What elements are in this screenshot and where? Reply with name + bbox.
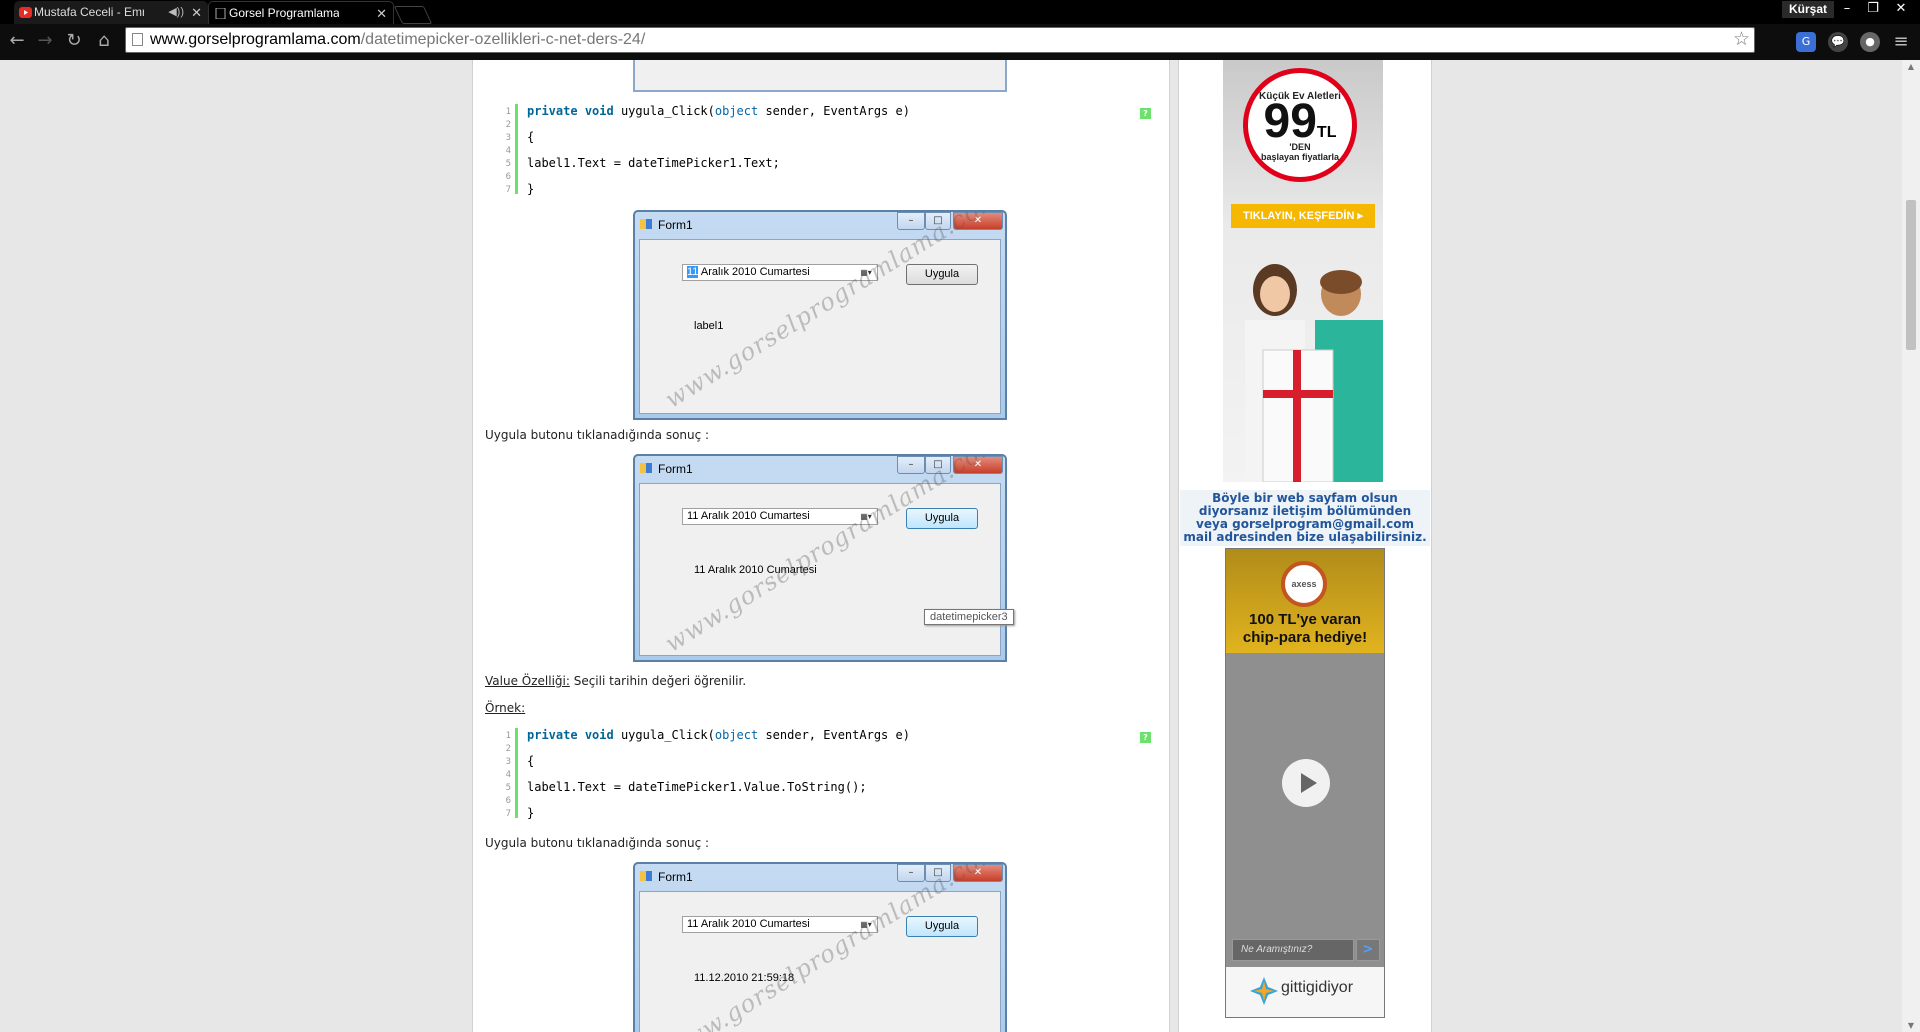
form-icon xyxy=(640,219,652,229)
code-line: private void uygula_Click(object sender,… xyxy=(527,728,910,742)
page-icon xyxy=(132,33,143,46)
ad-search-button[interactable]: > xyxy=(1356,939,1380,961)
code-line: { xyxy=(527,754,535,768)
code-line: } xyxy=(527,182,535,196)
reload-button[interactable]: ↻ xyxy=(63,30,85,52)
new-tab-button[interactable] xyxy=(393,6,433,24)
code-gutter-bar xyxy=(515,728,518,818)
ad-headline: 100 TL'ye varan chip-para hediye! xyxy=(1242,611,1368,646)
close-tab-icon[interactable]: ✕ xyxy=(376,2,387,24)
tab-gorsel-programlama[interactable]: Gorsel Programlama » dat ✕ xyxy=(208,1,394,24)
scroll-up-icon[interactable]: ▲ xyxy=(1902,62,1920,71)
tab-youtube[interactable]: Mustafa Ceceli - Emri C ◀)) ✕ xyxy=(14,1,208,24)
page-icon xyxy=(215,8,226,19)
example-label: Örnek: xyxy=(485,701,526,715)
restore-button[interactable]: ❐ xyxy=(1860,0,1886,18)
ad-banner-axess[interactable]: axess 100 TL'ye varan chip-para hediye! … xyxy=(1225,548,1385,1018)
code-gutter-bar xyxy=(515,104,518,194)
sidebar: Küçük Ev Aletleri 99TL 'DEN başlayan fiy… xyxy=(1178,60,1432,1032)
form-client-area: 11 Aralık 2010 Cumartesi ▦▾ Uygula label1… xyxy=(639,212,1005,414)
uygula-button: Uygula xyxy=(906,916,978,937)
ad-banner-appliances[interactable]: Küçük Ev Aletleri 99TL 'DEN başlayan fiy… xyxy=(1223,60,1383,482)
form-title: Form1 xyxy=(658,218,693,232)
form-client-area: 11 Aralık 2010 Cumartesi ▦▾ Uygula 11.12.… xyxy=(639,864,1005,1032)
line-numbers: 1234567 xyxy=(505,731,511,819)
code-line: } xyxy=(527,806,535,820)
result-caption: Uygula butonu tıklanadığında sonuç : xyxy=(485,836,710,850)
axess-logo: axess xyxy=(1281,561,1327,607)
form-icon xyxy=(640,871,652,881)
help-icon[interactable]: ? xyxy=(1140,108,1151,119)
help-icon[interactable]: ? xyxy=(1140,732,1151,743)
gittigidiyor-logo-icon xyxy=(1250,977,1278,1005)
close-tab-icon[interactable]: ✕ xyxy=(191,1,202,24)
brand-name: gittigidiyor xyxy=(1281,979,1354,996)
home-button[interactable]: ⌂ xyxy=(93,30,115,52)
play-icon[interactable] xyxy=(1282,759,1330,807)
chat-extension-icon[interactable]: 💬 xyxy=(1828,32,1848,52)
forward-button[interactable]: → xyxy=(34,30,56,52)
form-screenshot: Form1 – □ ✕ 11 Aralık 2010 Cumartesi ▦▾ U… xyxy=(633,862,1007,1032)
ad-cta-button[interactable]: TIKLAYIN, KEŞFEDİN ▸ xyxy=(1231,204,1375,228)
tab-title: Gorsel Programlama » dat xyxy=(229,6,339,20)
menu-icon[interactable]: ≡ xyxy=(1890,31,1912,53)
browser-toolbar: ← → ↻ ⌂ www.gorselprogramlama.com/dateti… xyxy=(0,24,1920,60)
watermark: www.gorselprogramlama.com xyxy=(660,210,1006,414)
bookmark-star-icon[interactable]: ☆ xyxy=(1733,28,1750,52)
uygula-button: Uygula xyxy=(906,264,978,285)
translate-extension-icon[interactable]: G xyxy=(1796,32,1816,52)
back-button[interactable]: ← xyxy=(6,30,28,52)
contact-note: Böyle bir web sayfam olsun diyorsanız il… xyxy=(1180,490,1430,546)
form-icon xyxy=(640,463,652,473)
form-client-area: 11 Aralık 2010 Cumartesi ▦▾ Uygula 11 Ara… xyxy=(639,456,1005,658)
close-window-button[interactable]: ✕ xyxy=(1888,0,1914,18)
url-path: /datetimepicker-ozellikleri-c-net-ders-2… xyxy=(360,31,646,48)
uygula-button: Uygula xyxy=(906,508,978,529)
price-bubble: Küçük Ev Aletleri 99TL 'DEN başlayan fiy… xyxy=(1243,68,1357,182)
youtube-icon xyxy=(19,7,32,18)
ad-footer: gittigidiyor xyxy=(1226,967,1384,1017)
code-line: label1.Text = dateTimePicker1.Text; xyxy=(527,156,780,170)
watermark: www.gorselprogramlama.com xyxy=(660,454,1006,658)
result-caption: Uygula butonu tıklanadığında sonuç : xyxy=(485,428,710,442)
minimize-button[interactable]: – xyxy=(1834,0,1860,18)
address-bar[interactable]: www.gorselprogramlama.com/datetimepicker… xyxy=(125,27,1755,53)
previous-form-screenshot xyxy=(633,60,1007,92)
article-column: 1234567 private void uygula_Click(object… xyxy=(472,60,1170,1032)
ad-search-input[interactable]: Ne Aramıştınız? xyxy=(1232,939,1354,961)
extension-icon[interactable]: ● xyxy=(1860,32,1880,52)
web-page: 1234567 private void uygula_Click(object… xyxy=(0,60,1902,1032)
line-numbers: 1234567 xyxy=(505,107,511,195)
code-line: private void uygula_Click(object sender,… xyxy=(527,104,910,118)
tab-strip: Mustafa Ceceli - Emri C ◀)) ✕ Gorsel Pro… xyxy=(0,0,1920,24)
scroll-down-icon[interactable]: ▼ xyxy=(1902,1021,1920,1030)
page-scrollbar[interactable]: ▲ ▼ xyxy=(1902,60,1920,1032)
form-title: Form1 xyxy=(658,870,693,884)
tab-title: Mustafa Ceceli - Emri C xyxy=(34,5,144,19)
speaker-icon: ◀)) xyxy=(168,6,184,18)
ad-header: axess 100 TL'ye varan chip-para hediye! xyxy=(1226,549,1384,653)
tooltip: datetimepicker3 xyxy=(924,609,1014,625)
url-host: www.gorselprogramlama.com xyxy=(150,31,361,48)
value-property-text: Value Özelliği: Seçili tarihin değeri öğ… xyxy=(485,674,747,688)
kids-with-gift-image xyxy=(1245,264,1383,482)
code-line: label1.Text = dateTimePicker1.Value.ToSt… xyxy=(527,780,867,794)
code-block: 1234567 private void uygula_Click(object… xyxy=(491,104,1161,196)
code-line: { xyxy=(527,130,535,144)
form-screenshot: Form1 – □ ✕ 11 Aralık 2010 Cumartesi ▦▾ U… xyxy=(633,454,1007,662)
profile-button[interactable]: Kürşat xyxy=(1781,1,1834,18)
code-block: 1234567 private void uygula_Click(object… xyxy=(491,728,1161,820)
form-title: Form1 xyxy=(658,462,693,476)
form-label: label1 xyxy=(694,320,724,332)
scroll-thumb[interactable] xyxy=(1906,200,1916,350)
form-screenshot: Form1 – □ ✕ 11 Aralık 2010 Cumartesi ▦▾ U… xyxy=(633,210,1007,420)
